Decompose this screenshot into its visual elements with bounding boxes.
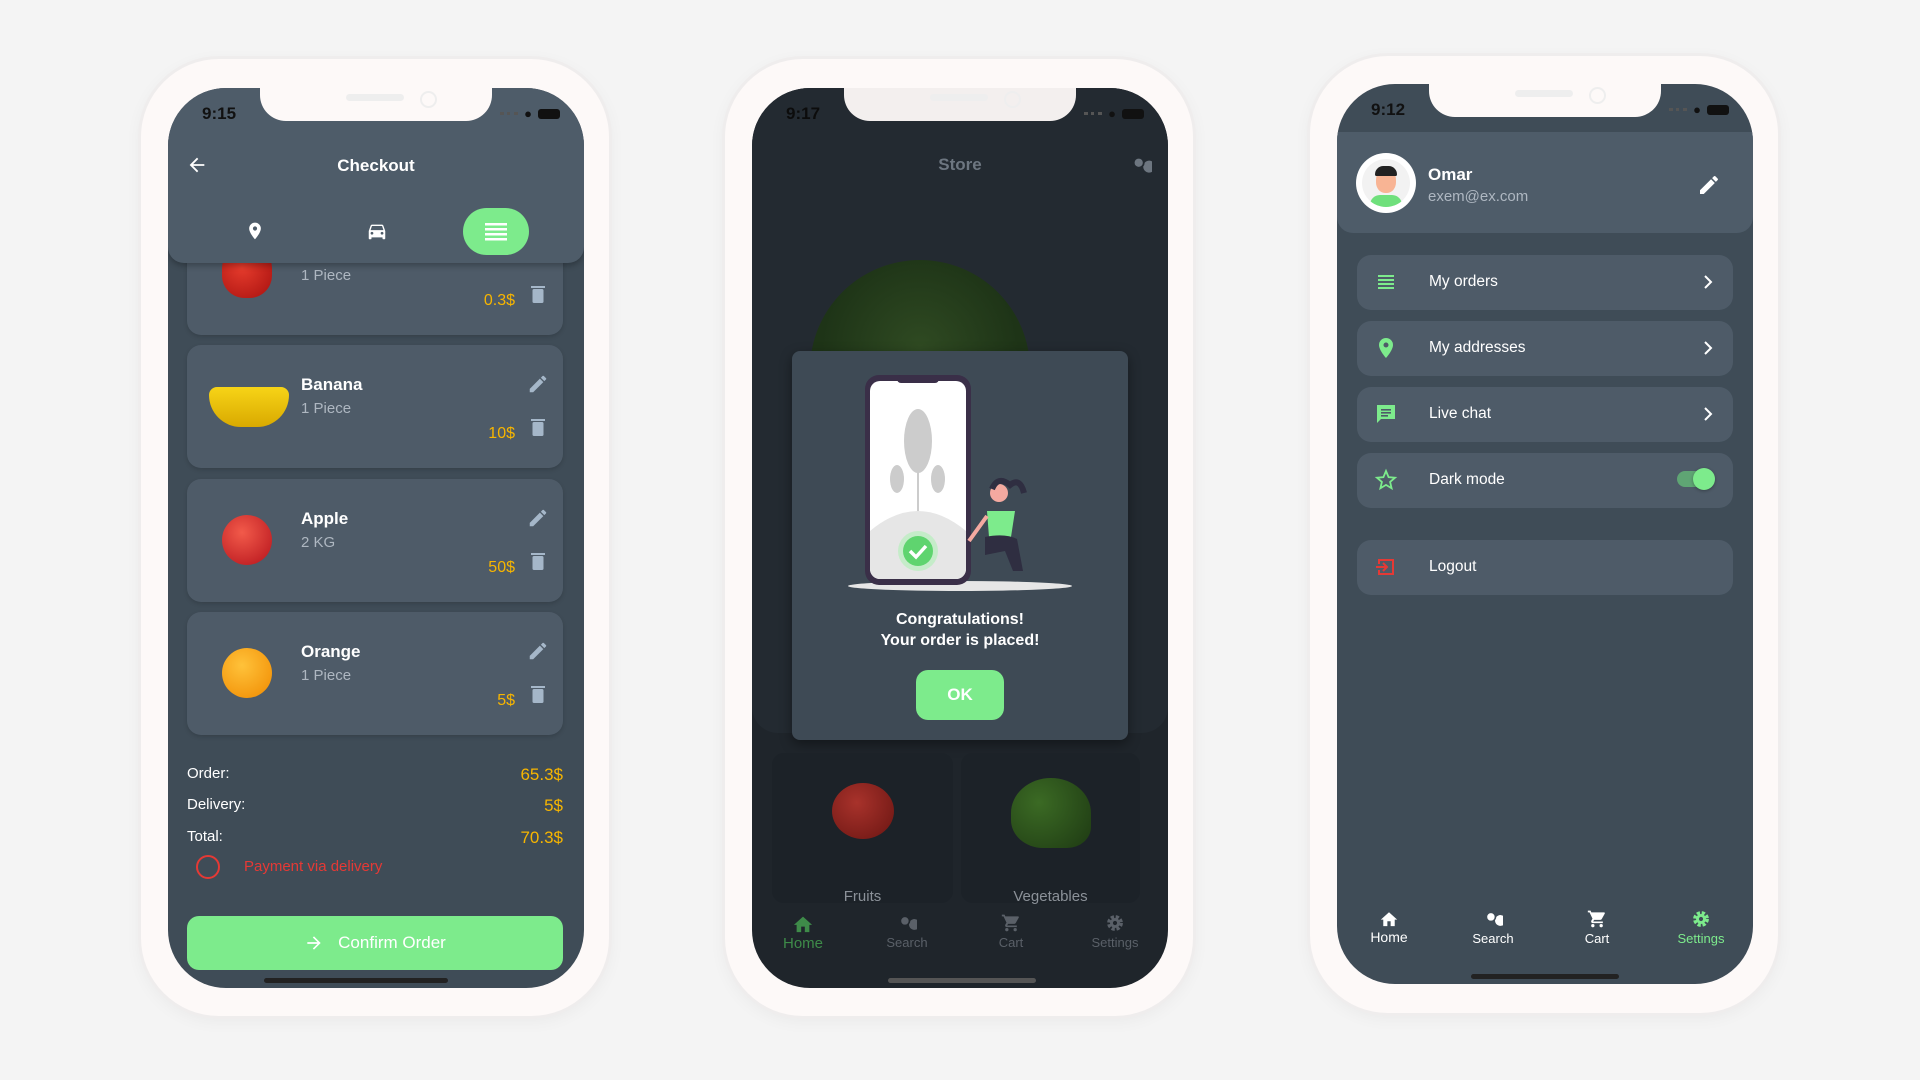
payment-label[interactable]: Payment via delivery [244, 858, 382, 875]
page-title: Store [938, 155, 982, 174]
search-icon [901, 917, 917, 930]
store-screen: 9:17 ● Store Congratulations! Your order … [752, 88, 1168, 988]
banana-image [209, 387, 289, 427]
tab-order-summary[interactable] [463, 208, 529, 255]
nav-home[interactable]: Home [758, 913, 848, 952]
notch [260, 88, 492, 121]
home-icon [793, 916, 813, 933]
status-icons: ● [1084, 106, 1144, 121]
home-icon [1380, 912, 1398, 927]
cart-icon [1587, 910, 1605, 928]
orange-image [222, 648, 272, 698]
arrow-right-icon [307, 936, 321, 950]
profile-email: exem@ex.com [1428, 188, 1529, 205]
list-icon [1378, 275, 1394, 289]
home-indicator [1471, 974, 1619, 979]
menu-live-chat[interactable]: Live chat [1357, 387, 1733, 442]
confirm-order-button[interactable]: Confirm Order [187, 916, 563, 970]
location-pin-icon [1379, 338, 1393, 358]
ok-button[interactable]: OK [916, 670, 1004, 720]
avatar[interactable] [1356, 153, 1416, 213]
car-icon[interactable] [366, 220, 388, 242]
edit-icon[interactable] [527, 507, 549, 529]
menu-my-addresses[interactable]: My addresses [1357, 321, 1733, 376]
search-icon[interactable] [1130, 154, 1152, 176]
cart-icon [1001, 914, 1019, 932]
order-placed-dialog: Congratulations! Your order is placed! OK [792, 351, 1128, 740]
chevron-right-icon [1704, 275, 1713, 289]
menu-my-orders[interactable]: My orders [1357, 255, 1733, 310]
order-success-illustration [848, 375, 1072, 591]
status-icons: ● [500, 106, 560, 121]
nav-home[interactable]: Home [1344, 909, 1434, 945]
delivery-row: Delivery: 5$ [187, 796, 563, 815]
nav-settings[interactable]: Settings [1656, 909, 1746, 946]
gear-icon [1107, 915, 1123, 931]
total-row: Total: 70.3$ [187, 828, 563, 847]
settings-screen: Omar exem@ex.com 9:12 ● My orders My add… [1337, 84, 1753, 984]
profile-header: Omar exem@ex.com [1337, 132, 1753, 233]
apple-image [222, 515, 272, 565]
cart-item: Orange 1 Piece 5$ [187, 612, 563, 735]
chat-icon [1377, 405, 1395, 423]
notch [1429, 84, 1661, 117]
checkout-header: 9:15 ● Checkout [168, 88, 584, 263]
nav-search[interactable]: Search [862, 913, 952, 950]
edit-profile-icon[interactable] [1697, 173, 1721, 197]
edit-icon[interactable] [527, 640, 549, 662]
dark-mode-toggle[interactable] [1677, 468, 1715, 490]
category-card-vegetables[interactable]: Vegetables [961, 753, 1140, 905]
location-pin-icon[interactable] [245, 220, 265, 242]
broccoli-image [1011, 778, 1091, 848]
nav-cart[interactable]: Cart [966, 913, 1056, 950]
menu-logout[interactable]: Logout [1357, 540, 1733, 595]
delete-icon[interactable] [531, 552, 545, 570]
logout-icon [1376, 559, 1394, 575]
page-title: Checkout [337, 156, 415, 175]
nav-cart[interactable]: Cart [1552, 909, 1642, 946]
category-card-fruits[interactable]: Fruits [772, 753, 953, 905]
home-indicator [888, 978, 1036, 983]
delete-icon[interactable] [531, 685, 545, 703]
chevron-right-icon [1704, 341, 1713, 355]
delete-icon[interactable] [531, 418, 545, 436]
star-icon [1374, 468, 1398, 491]
cart-item: Apple 2 KG 50$ [187, 479, 563, 602]
payment-radio[interactable] [196, 855, 220, 879]
nav-search[interactable]: Search [1448, 909, 1538, 946]
checkout-screen: 1 Piece 0.3$ Banana 1 Piece 10$ Apple 2 … [168, 88, 584, 988]
profile-name: Omar [1428, 165, 1473, 184]
search-icon [1487, 913, 1503, 926]
order-row: Order: 65.3$ [187, 765, 563, 784]
notch [844, 88, 1076, 121]
cart-item: Banana 1 Piece 10$ [187, 345, 563, 468]
status-icons: ● [1669, 102, 1729, 117]
nav-settings[interactable]: Settings [1070, 913, 1160, 950]
edit-icon[interactable] [527, 373, 549, 395]
home-indicator [264, 978, 448, 983]
delete-icon[interactable] [531, 285, 545, 303]
list-icon [485, 223, 507, 241]
gear-icon [1693, 911, 1709, 927]
dialog-message: Congratulations! Your order is placed! [880, 611, 1040, 649]
menu-dark-mode: Dark mode [1357, 453, 1733, 508]
apple-image [832, 783, 894, 839]
chevron-right-icon [1704, 407, 1713, 421]
